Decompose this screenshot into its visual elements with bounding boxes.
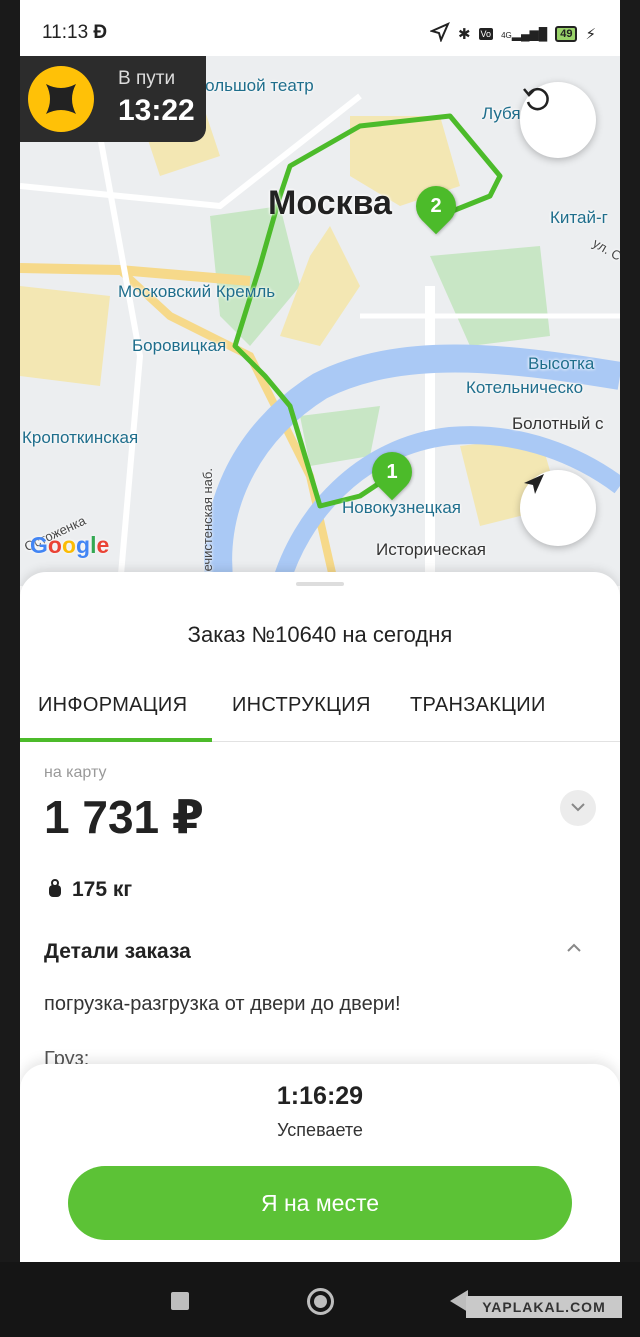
charging-icon: ⚡: [585, 26, 596, 43]
status-bar: 11:13 Ɖ ✱ Vo 4G▂▄▆█ 49 ⚡: [20, 0, 620, 56]
timer-status: Успеваете: [277, 1120, 363, 1140]
location-arrow-icon: [429, 22, 450, 46]
map-label-istoricheskaya: Историческая: [376, 540, 487, 559]
map-label-novokuznetskaya: Новокузнецкая: [342, 498, 461, 517]
map-label-vysotka: Высотка: [528, 354, 595, 373]
refresh-button[interactable]: [520, 82, 596, 158]
carrier-icon: Ɖ: [93, 22, 108, 43]
volte-icon: Vo: [478, 28, 494, 40]
map-label-kotelnicheskaya: Котельническо: [466, 378, 584, 397]
details-title[interactable]: Детали заказа: [44, 940, 191, 964]
sheet-drag-handle[interactable]: [296, 582, 344, 586]
chevron-down-icon: [570, 799, 586, 817]
map-pin-1[interactable]: 1: [363, 443, 421, 501]
arrived-button[interactable]: Я на месте: [68, 1166, 572, 1240]
cargo-weight: 175 кг: [72, 878, 133, 901]
payment-method-label: на карту: [44, 764, 107, 781]
bluetooth-icon: ✱: [457, 26, 471, 43]
map-city-label: Москва: [268, 184, 392, 222]
map-label-kitay-gorod: Китай-г: [550, 208, 608, 227]
trip-badge: В пути 13:22: [20, 56, 206, 142]
trip-eta: 13:22: [118, 94, 195, 127]
watermark: YAPLAKAL.COM: [466, 1296, 622, 1318]
weight-icon: [48, 878, 62, 902]
map-label-borovitskaya: Боровицкая: [132, 336, 227, 355]
locate-me-button[interactable]: [520, 470, 596, 546]
map-label-bolshoy: Большой театр: [194, 76, 314, 95]
chevron-up-icon[interactable]: [566, 940, 582, 958]
battery-icon: 49: [555, 26, 578, 42]
details-text: погрузка-разгрузка от двери до двери!: [44, 993, 401, 1015]
google-logo: Google: [30, 532, 110, 558]
app-screen: 11:13 Ɖ ✱ Vo 4G▂▄▆█ 49 ⚡ Большой театр Л…: [20, 0, 620, 1262]
map-label-bolotny: Болотный с: [512, 414, 604, 433]
map-label-kremlin: Московский Кремль: [118, 282, 276, 301]
countdown-timer: 1:16:29: [276, 1082, 364, 1110]
map-label-embankment: Пречистенская наб.: [200, 468, 215, 586]
active-tab-indicator: [20, 738, 212, 742]
action-panel: 1:16:29 Успеваете Я на месте: [20, 1064, 620, 1262]
order-price: 1 731 ₽: [44, 791, 204, 843]
order-title: Заказ №10640 на сегодня: [187, 622, 453, 647]
recents-button[interactable]: [171, 1292, 189, 1310]
tab-transactions[interactable]: ТРАНЗАКЦИИ: [410, 694, 546, 717]
expand-price-button[interactable]: [560, 790, 596, 826]
map-pin-2[interactable]: 2: [407, 177, 465, 235]
app-logo-icon: [28, 66, 94, 132]
status-time: 11:13 Ɖ: [42, 22, 108, 43]
weight-row: 175 кг: [48, 878, 132, 902]
signal-icon: 4G▂▄▆█: [501, 27, 548, 41]
map-label-lubyanka: Лубя: [482, 104, 521, 123]
map-label-kropotkinskaya: Кропоткинская: [22, 428, 139, 447]
order-tabs: ИНФОРМАЦИЯ ИНСТРУКЦИЯ ТРАНЗАКЦИИ: [20, 676, 620, 742]
status-icons: ✱ Vo 4G▂▄▆█ 49 ⚡: [429, 22, 596, 46]
home-button[interactable]: [307, 1288, 334, 1315]
tab-instructions[interactable]: ИНСТРУКЦИЯ: [232, 694, 371, 717]
trip-status: В пути: [118, 68, 176, 89]
tab-information[interactable]: ИНФОРМАЦИЯ: [38, 694, 187, 717]
